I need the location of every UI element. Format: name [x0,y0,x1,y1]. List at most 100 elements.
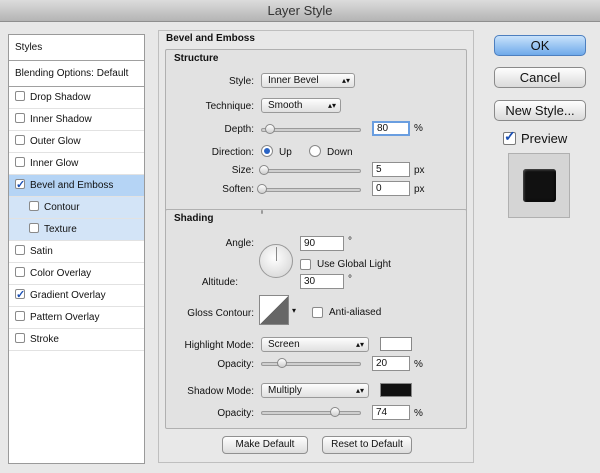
shadow-opacity-input[interactable]: 74 [372,405,410,420]
reset-default-button[interactable]: Reset to Default [322,436,412,454]
anti-aliased-checkbox[interactable] [312,307,323,318]
soften-slider[interactable] [257,184,361,194]
style-checkbox[interactable] [29,223,39,233]
ok-button[interactable]: OK [494,35,586,56]
preview-square [523,169,556,202]
updown-arrow-icon: ▴▾ [327,101,336,110]
highlight-opacity-thumb[interactable] [276,358,287,368]
style-item-drop-shadow[interactable]: Drop Shadow [9,87,144,109]
style-item-label: Drop Shadow [30,92,91,103]
style-item-contour[interactable]: Contour [9,197,144,219]
soften-slider-thumb[interactable] [257,184,267,194]
style-item-stroke[interactable]: Stroke [9,329,144,351]
highlight-color-swatch[interactable] [380,337,412,351]
style-item-outer-glow[interactable]: Outer Glow [9,131,144,153]
style-checkbox[interactable] [29,201,39,211]
shading-title: Shading [174,213,214,224]
style-select-value: Inner Bevel [268,75,319,86]
style-checkbox[interactable] [15,91,25,101]
soften-label: Soften: [222,184,254,195]
blending-options-item[interactable]: Blending Options: Default [9,61,144,87]
angle-unit: ° [348,236,352,247]
highlight-opacity-track[interactable] [261,358,361,368]
style-item-satin[interactable]: Satin [9,241,144,263]
depth-slider-thumb[interactable] [264,124,275,134]
shadow-color-swatch[interactable] [380,383,412,397]
soften-input[interactable]: 0 [372,181,410,196]
style-item-bevel-and-emboss[interactable]: Bevel and Emboss [9,175,144,197]
style-item-label: Contour [44,202,80,213]
style-checkbox[interactable] [15,285,25,306]
size-slider[interactable] [258,165,361,175]
size-slider-thumb[interactable] [258,165,269,175]
style-checkbox[interactable] [15,113,25,123]
preview-checkbox[interactable] [503,128,516,145]
shadow-opacity-track[interactable] [261,407,361,417]
style-item-inner-glow[interactable]: Inner Glow [9,153,144,175]
direction-down-radio[interactable] [309,145,321,157]
style-item-label: Outer Glow [30,136,81,147]
shadow-mode-value: Multiply [268,385,302,396]
depth-input[interactable]: 80 [372,121,410,136]
size-input[interactable]: 5 [372,162,410,177]
style-item-label: Texture [44,224,77,235]
angle-input[interactable]: 90 [300,236,344,251]
panel-title: Bevel and Emboss [166,33,255,44]
global-light-label: Use Global Light [317,259,391,270]
style-checkbox[interactable] [15,157,25,167]
updown-arrow-icon: ▴▾ [341,76,350,85]
style-item-label: Pattern Overlay [30,312,100,323]
style-checkbox[interactable] [15,175,25,196]
size-label: Size: [231,165,254,176]
style-checkbox[interactable] [15,135,25,145]
depth-unit: % [414,123,423,134]
style-item-texture[interactable]: Texture [9,219,144,241]
styles-header[interactable]: Styles [9,35,144,61]
style-item-label: Gradient Overlay [30,290,106,301]
size-unit: px [414,165,425,176]
structure-title: Structure [174,53,219,64]
highlight-opacity-slider[interactable] [261,210,263,214]
style-select[interactable]: Inner Bevel ▴▾ [261,73,355,88]
shadow-mode-select[interactable]: Multiply ▴▾ [261,383,369,398]
style-item-label: Stroke [30,334,59,345]
style-item-label: Inner Glow [30,158,79,169]
style-item-inner-shadow[interactable]: Inner Shadow [9,109,144,131]
shadow-mode-label: Shadow Mode: [187,386,254,397]
style-checkbox[interactable] [15,267,25,277]
highlight-mode-label: Highlight Mode: [184,340,254,351]
style-checkbox[interactable] [15,333,25,343]
angle-dial[interactable] [259,244,293,278]
highlight-opacity-unit: % [414,359,423,370]
style-checkbox[interactable] [15,245,25,255]
updown-arrow-icon: ▴▾ [355,386,364,395]
shadow-opacity-thumb[interactable] [329,407,340,417]
altitude-input[interactable]: 30 [300,274,344,289]
depth-label: Depth: [224,124,254,135]
shading-group: Shading Angle: 90 ° Use Global Light Alt… [165,209,467,429]
technique-select[interactable]: Smooth ▴▾ [261,98,341,113]
depth-slider[interactable] [261,124,361,134]
style-item-label: Color Overlay [30,268,92,279]
gloss-contour-swatch[interactable] [259,295,289,325]
style-item-color-overlay[interactable]: Color Overlay [9,263,144,285]
new-style-button[interactable]: New Style... [494,100,586,121]
style-item-pattern-overlay[interactable]: Pattern Overlay [9,307,144,329]
direction-up-radio[interactable] [261,145,273,157]
preview-label: Preview [521,131,568,146]
direction-label: Direction: [211,147,254,158]
anti-aliased-label: Anti-aliased [329,307,382,318]
global-light-checkbox[interactable] [300,259,311,270]
direction-up-label: Up [279,147,292,158]
shadow-opacity-unit: % [414,408,423,419]
gloss-dropdown-icon[interactable]: ▾ [292,306,296,315]
make-default-button[interactable]: Make Default [222,436,308,454]
highlight-opacity-input[interactable]: 20 [372,356,410,371]
altitude-unit: ° [348,274,352,285]
style-checkbox[interactable] [15,311,25,321]
highlight-mode-select[interactable]: Screen ▴▾ [261,337,369,352]
cancel-button[interactable]: Cancel [494,67,586,88]
altitude-label: Altitude: [201,277,238,288]
style-item-gradient-overlay[interactable]: Gradient Overlay [9,285,144,307]
style-item-label: Satin [30,246,53,257]
